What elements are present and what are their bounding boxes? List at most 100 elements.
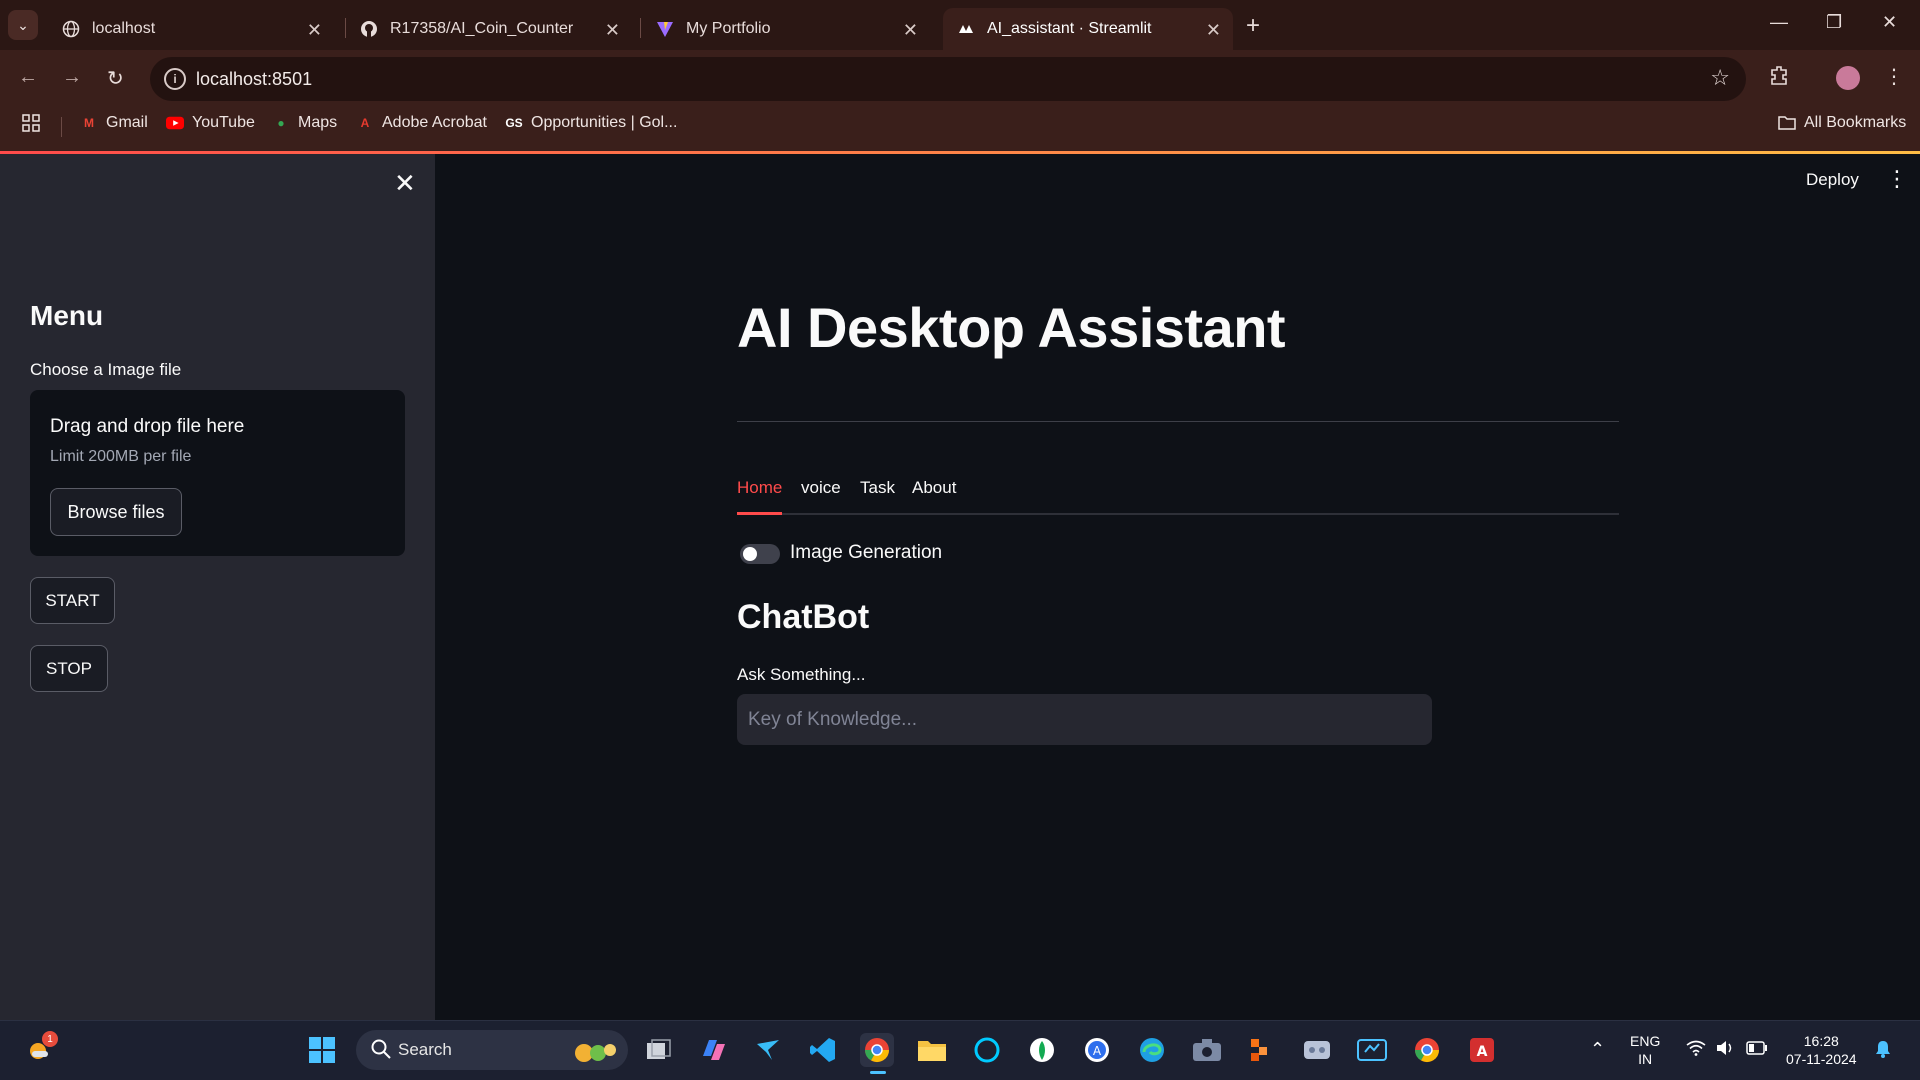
deploy-button[interactable]: Deploy <box>1806 170 1859 190</box>
copilot-icon[interactable] <box>696 1033 730 1067</box>
vite-icon <box>656 20 674 38</box>
svg-text:A: A <box>1093 1044 1102 1058</box>
tab-task[interactable]: Task <box>860 478 895 498</box>
restore-icon[interactable]: ❐ <box>1826 12 1842 33</box>
mongodb-icon[interactable] <box>1025 1033 1059 1067</box>
url-text: localhost:8501 <box>196 69 313 89</box>
search-icon <box>370 1038 392 1065</box>
tray-overflow-icon[interactable]: ⌃ <box>1590 1040 1605 1058</box>
clock[interactable]: 16:28 07-11-2024 <box>1786 1032 1857 1068</box>
taskbar-search[interactable]: Search <box>356 1030 628 1070</box>
bookmark-label: Adobe Acrobat <box>382 114 487 131</box>
uploader-label: Choose a Image file <box>30 360 182 379</box>
minimize-icon[interactable]: — <box>1770 12 1788 33</box>
tab-home[interactable]: Home <box>737 478 782 498</box>
browser-tab-github[interactable]: R17358/AI_Coin_Counter ✕ <box>346 8 632 50</box>
close-icon[interactable]: ✕ <box>903 20 918 41</box>
bookmark-star-icon[interactable]: ☆ <box>1710 65 1730 91</box>
tab-about[interactable]: About <box>912 478 956 498</box>
start-button[interactable]: START <box>30 577 115 624</box>
reload-icon[interactable]: ↻ <box>107 66 124 91</box>
notification-bell-icon[interactable] <box>1874 1040 1892 1062</box>
close-icon[interactable]: ✕ <box>307 20 322 41</box>
edge-icon[interactable] <box>1135 1033 1169 1067</box>
gmail-icon: M <box>84 116 94 130</box>
wifi-icon[interactable] <box>1686 1040 1706 1060</box>
puzzle-app-icon[interactable] <box>1300 1033 1334 1067</box>
start-windows-icon[interactable] <box>305 1033 339 1067</box>
chevron-down-icon: ⌄ <box>17 16 29 33</box>
browser-tab-portfolio[interactable]: My Portfolio ✕ <box>642 8 930 50</box>
tab-list-border <box>737 513 1619 515</box>
toggle-label: Image Generation <box>790 542 943 563</box>
chrome-profile-icon[interactable] <box>1410 1033 1444 1067</box>
divider <box>737 421 1619 422</box>
new-tab-button[interactable]: + <box>1246 12 1260 40</box>
chrome-icon[interactable] <box>860 1033 894 1074</box>
tab-separator <box>640 18 641 38</box>
close-icon[interactable]: ✕ <box>1206 20 1221 41</box>
alexa-icon[interactable] <box>970 1033 1004 1067</box>
close-icon[interactable]: ✕ <box>605 20 620 41</box>
folder-icon <box>1778 114 1796 132</box>
tab-search-button[interactable]: ⌄ <box>8 10 38 40</box>
browse-files-button[interactable]: Browse files <box>50 488 182 536</box>
acrobat-icon[interactable]: A <box>1465 1033 1499 1067</box>
tab-title: R17358/AI_Coin_Counter <box>390 20 574 37</box>
site-info-icon[interactable]: i <box>164 68 186 90</box>
bookmark-youtube[interactable]: YouTube <box>166 114 255 132</box>
all-bookmarks[interactable]: All Bookmarks <box>1778 114 1906 132</box>
svg-text:A: A <box>1477 1044 1488 1060</box>
bookmark-separator <box>61 117 62 137</box>
more-vert-icon[interactable]: ⋮ <box>1884 64 1904 89</box>
bird-app-icon[interactable] <box>751 1033 785 1067</box>
github-icon <box>360 20 378 38</box>
bookmark-gmail[interactable]: M Gmail <box>80 114 148 132</box>
bookmark-adobe[interactable]: A Adobe Acrobat <box>356 114 487 132</box>
task-view-icon[interactable] <box>642 1033 676 1067</box>
bookmark-maps[interactable]: ● Maps <box>272 114 337 132</box>
language-code: ENG <box>1630 1033 1661 1049</box>
profile-avatar[interactable] <box>1836 66 1860 90</box>
image-generation-toggle[interactable] <box>740 544 780 564</box>
volume-icon[interactable] <box>1716 1040 1736 1060</box>
active-tab-indicator <box>737 512 782 515</box>
notification-badge: 1 <box>42 1031 58 1047</box>
extensions-icon[interactable] <box>1768 64 1790 92</box>
active-app-indicator <box>870 1071 886 1074</box>
chat-input[interactable] <box>737 694 1432 745</box>
forward-icon[interactable]: → <box>62 66 82 89</box>
bookmark-label: YouTube <box>192 114 255 131</box>
camera-icon[interactable] <box>1190 1033 1224 1067</box>
tab-voice[interactable]: voice <box>801 478 841 498</box>
browser-tab-localhost[interactable]: localhost ✕ <box>48 8 334 50</box>
vscode-icon[interactable] <box>806 1033 840 1067</box>
youtube-icon <box>166 114 184 132</box>
maps-icon: ● <box>277 116 285 130</box>
apps-icon[interactable] <box>22 114 40 132</box>
bookmark-opportunities[interactable]: GS Opportunities | Gol... <box>505 114 677 132</box>
search-label: Search <box>398 1040 452 1059</box>
cv-app-icon[interactable] <box>1355 1033 1389 1067</box>
language-indicator[interactable]: ENG IN <box>1630 1032 1660 1068</box>
browser-tab-streamlit[interactable]: AI_assistant · Streamlit ✕ <box>943 8 1233 50</box>
stop-button[interactable]: STOP <box>30 645 108 692</box>
office-apps-icon[interactable] <box>1245 1033 1279 1067</box>
battery-icon[interactable] <box>1746 1041 1768 1059</box>
main-menu-icon[interactable]: ⋮ <box>1886 166 1908 192</box>
bookmark-label: Opportunities | Gol... <box>531 114 678 131</box>
adobe-acrobat-icon: A <box>360 116 370 130</box>
bookmark-label: Maps <box>298 114 338 131</box>
bookmark-label: Gmail <box>106 114 148 131</box>
clock-time: 16:28 <box>1803 1033 1839 1049</box>
address-bar[interactable]: i localhost:8501 ☆ <box>150 57 1746 101</box>
weather-icon[interactable]: 1 <box>22 1031 58 1067</box>
app-store-icon[interactable]: A <box>1080 1033 1114 1067</box>
file-explorer-icon[interactable] <box>915 1033 949 1067</box>
tab-title: My Portfolio <box>686 20 771 37</box>
back-icon[interactable]: ← <box>18 66 38 89</box>
file-dropzone[interactable]: Drag and drop file here Limit 200MB per … <box>30 390 405 556</box>
close-icon[interactable]: ✕ <box>394 168 416 199</box>
dropzone-title: Drag and drop file here <box>50 416 245 437</box>
window-close-icon[interactable]: ✕ <box>1882 12 1897 33</box>
